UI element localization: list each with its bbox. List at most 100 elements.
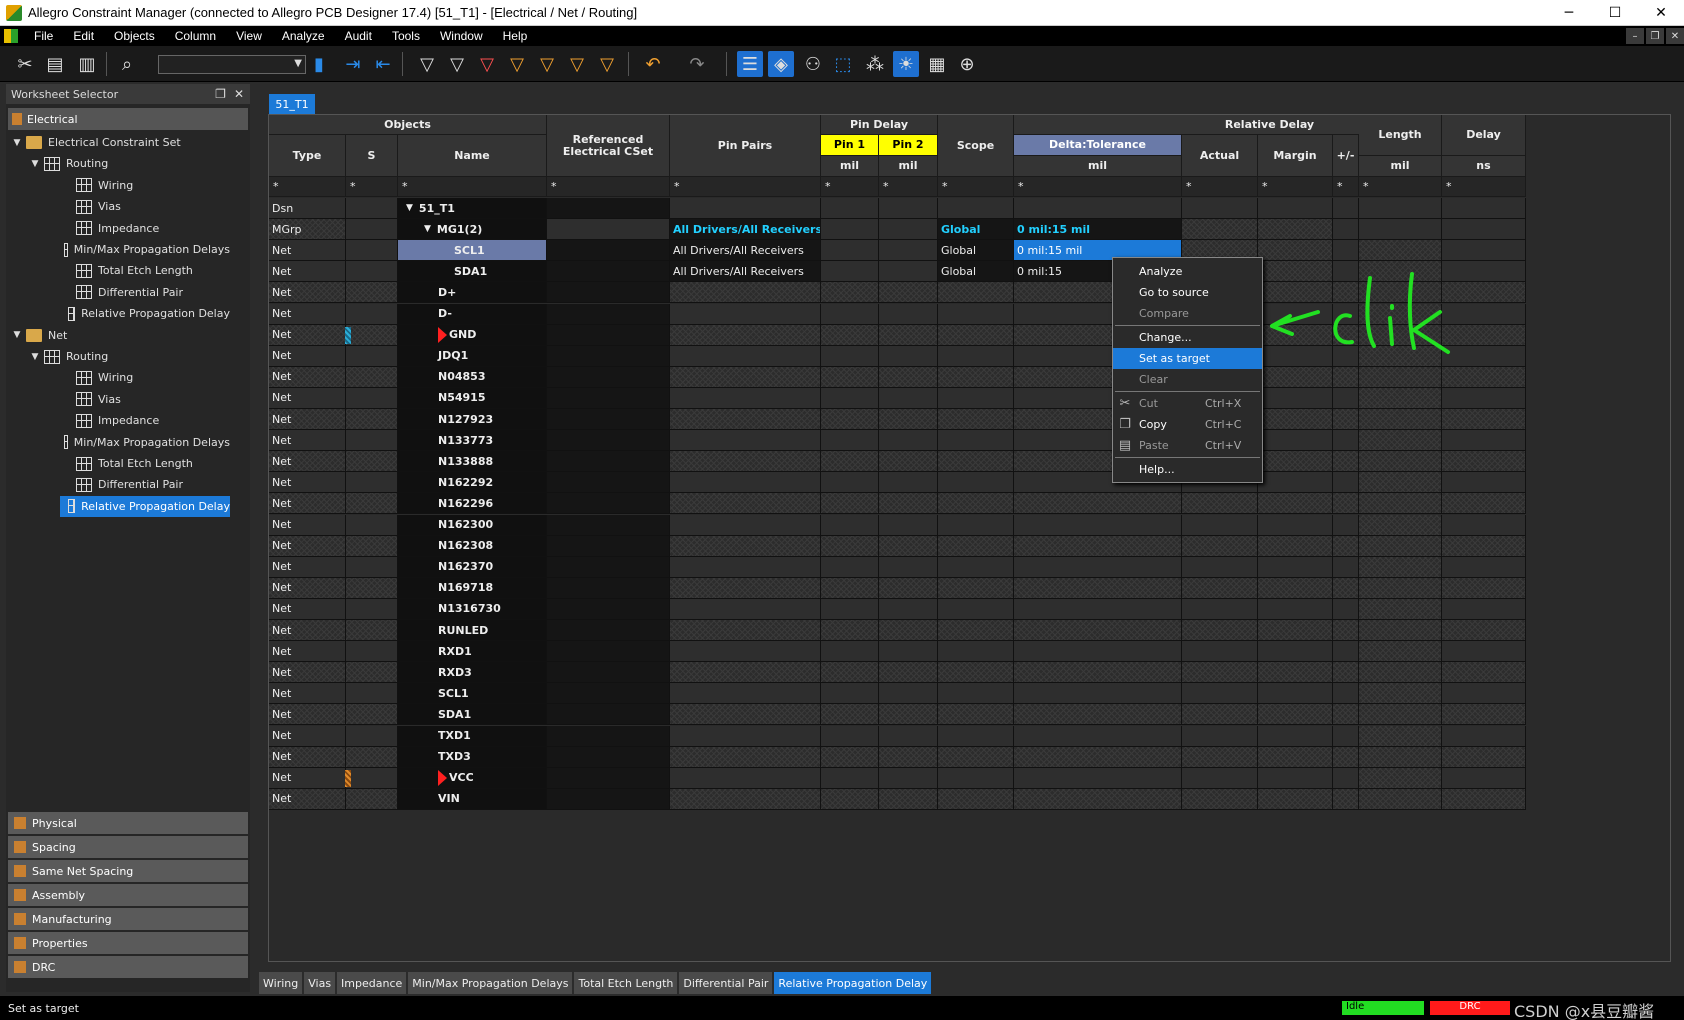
- cell-scope[interactable]: [938, 430, 1014, 452]
- cell-delay[interactable]: [1442, 556, 1526, 578]
- cell-actual[interactable]: [1182, 725, 1258, 747]
- cell-pm[interactable]: [1333, 620, 1359, 641]
- table-row[interactable]: Net RXD3: [269, 662, 1618, 684]
- cell-pp[interactable]: [670, 324, 821, 346]
- tree-item[interactable]: ▼ Routing: [28, 153, 230, 174]
- cell-scope[interactable]: [938, 683, 1014, 705]
- unit-delay[interactable]: ns: [1442, 156, 1526, 177]
- close-panel-icon[interactable]: ✕: [234, 87, 244, 101]
- cell-ref[interactable]: [547, 430, 670, 452]
- tab-wiring[interactable]: Wiring: [259, 972, 303, 994]
- cell-pp[interactable]: [670, 451, 821, 473]
- cell-type[interactable]: Net: [269, 303, 346, 325]
- cell-s[interactable]: [346, 240, 398, 262]
- cell-delta[interactable]: [1014, 704, 1182, 726]
- calculator-icon[interactable]: ▦: [924, 51, 950, 77]
- find-icon[interactable]: ⌕: [114, 51, 140, 77]
- cell-ref[interactable]: [547, 746, 670, 768]
- header-s[interactable]: S: [346, 135, 398, 177]
- table-row[interactable]: Net N54915: [269, 387, 1618, 409]
- header-actual[interactable]: Actual: [1182, 135, 1258, 177]
- cell-actual[interactable]: [1182, 641, 1258, 663]
- cell-name[interactable]: VCC: [398, 767, 547, 789]
- cell-name[interactable]: ▼ MG1(2): [398, 219, 547, 241]
- cell-scope[interactable]: [938, 620, 1014, 641]
- cell-margin[interactable]: [1258, 198, 1333, 219]
- cell-actual[interactable]: [1182, 767, 1258, 789]
- cell-p2[interactable]: [879, 282, 938, 304]
- cell-pp[interactable]: [670, 430, 821, 452]
- unit-delta-tolerance[interactable]: mil: [1014, 156, 1182, 177]
- cell-type[interactable]: Net: [269, 725, 346, 747]
- cell-len[interactable]: [1359, 704, 1442, 726]
- menu-tools[interactable]: Tools: [382, 29, 430, 43]
- cell-delta[interactable]: [1014, 514, 1182, 536]
- cell-p2[interactable]: [879, 577, 938, 599]
- cell-s[interactable]: [346, 704, 398, 726]
- cell-margin[interactable]: [1258, 240, 1333, 262]
- header-pin1[interactable]: Pin 1: [821, 135, 879, 156]
- expand-icon[interactable]: ▼: [28, 352, 42, 362]
- cell-pm[interactable]: [1333, 451, 1359, 473]
- cell-delay[interactable]: [1442, 535, 1526, 557]
- menu-item-cut[interactable]: ✂ Cut Ctrl+X: [1113, 393, 1262, 414]
- cell-type[interactable]: Dsn: [269, 198, 346, 219]
- cell-name[interactable]: RXD3: [398, 662, 547, 684]
- cell-name[interactable]: N133773: [398, 430, 547, 452]
- cell-pm[interactable]: [1333, 198, 1359, 219]
- cell-p2[interactable]: [879, 219, 938, 241]
- cell-name[interactable]: SCL1: [398, 240, 547, 262]
- filter-error-icon[interactable]: ▽: [474, 51, 500, 77]
- menu-view[interactable]: View: [226, 29, 272, 43]
- header-objects[interactable]: Objects: [269, 115, 547, 135]
- cell-type[interactable]: Net: [269, 746, 346, 768]
- cell-p1[interactable]: [821, 345, 879, 367]
- float-panel-icon[interactable]: ❐: [215, 87, 226, 101]
- cell-p1[interactable]: [821, 725, 879, 747]
- cell-scope[interactable]: [938, 704, 1014, 726]
- cell-name[interactable]: SCL1: [398, 683, 547, 705]
- cell-p2[interactable]: [879, 345, 938, 367]
- cell-type[interactable]: Net: [269, 577, 346, 599]
- cell-pm[interactable]: [1333, 472, 1359, 494]
- cell-p1[interactable]: [821, 219, 879, 241]
- cell-type[interactable]: Net: [269, 324, 346, 346]
- cell-ref[interactable]: [547, 704, 670, 726]
- cell-delay[interactable]: [1442, 683, 1526, 705]
- cell-pm[interactable]: [1333, 598, 1359, 620]
- cell-p2[interactable]: [879, 493, 938, 515]
- cell-pp[interactable]: [670, 725, 821, 747]
- cell-p2[interactable]: [879, 430, 938, 452]
- cell-len[interactable]: [1359, 767, 1442, 789]
- filter-pp[interactable]: *: [670, 177, 821, 197]
- section-physical[interactable]: Physical: [8, 812, 248, 834]
- table-row[interactable]: Net N169718: [269, 577, 1618, 599]
- menu-item-help[interactable]: Help...: [1113, 459, 1262, 480]
- cell-s[interactable]: [346, 641, 398, 663]
- cell-name[interactable]: N1316730: [398, 598, 547, 620]
- cell-type[interactable]: Net: [269, 704, 346, 726]
- expand-icon[interactable]: ▼: [424, 224, 431, 234]
- cell-p1[interactable]: [821, 704, 879, 726]
- menu-item-clear[interactable]: Clear: [1113, 369, 1262, 390]
- cell-ref[interactable]: [547, 303, 670, 325]
- cell-actual[interactable]: [1182, 662, 1258, 684]
- cell-delay[interactable]: [1442, 409, 1526, 430]
- cell-margin[interactable]: [1258, 704, 1333, 726]
- filter-icon-3[interactable]: ▽: [534, 51, 560, 77]
- cell-p1[interactable]: [821, 620, 879, 641]
- select-icon[interactable]: ⬚: [830, 51, 856, 77]
- tree-item[interactable]: Min/Max Propagation Delays: [60, 239, 230, 260]
- table-row[interactable]: Net N162370: [269, 556, 1618, 578]
- table-row[interactable]: Net VCC: [269, 767, 1618, 789]
- cell-name[interactable]: SDA1: [398, 261, 547, 283]
- cell-len[interactable]: [1359, 746, 1442, 768]
- cell-len[interactable]: [1359, 409, 1442, 430]
- cell-s[interactable]: [346, 788, 398, 810]
- cell-s[interactable]: [346, 514, 398, 536]
- cell-s[interactable]: [346, 746, 398, 768]
- cell-p2[interactable]: [879, 535, 938, 557]
- cell-s[interactable]: [346, 725, 398, 747]
- cell-type[interactable]: Net: [269, 662, 346, 684]
- cell-ref[interactable]: [547, 387, 670, 409]
